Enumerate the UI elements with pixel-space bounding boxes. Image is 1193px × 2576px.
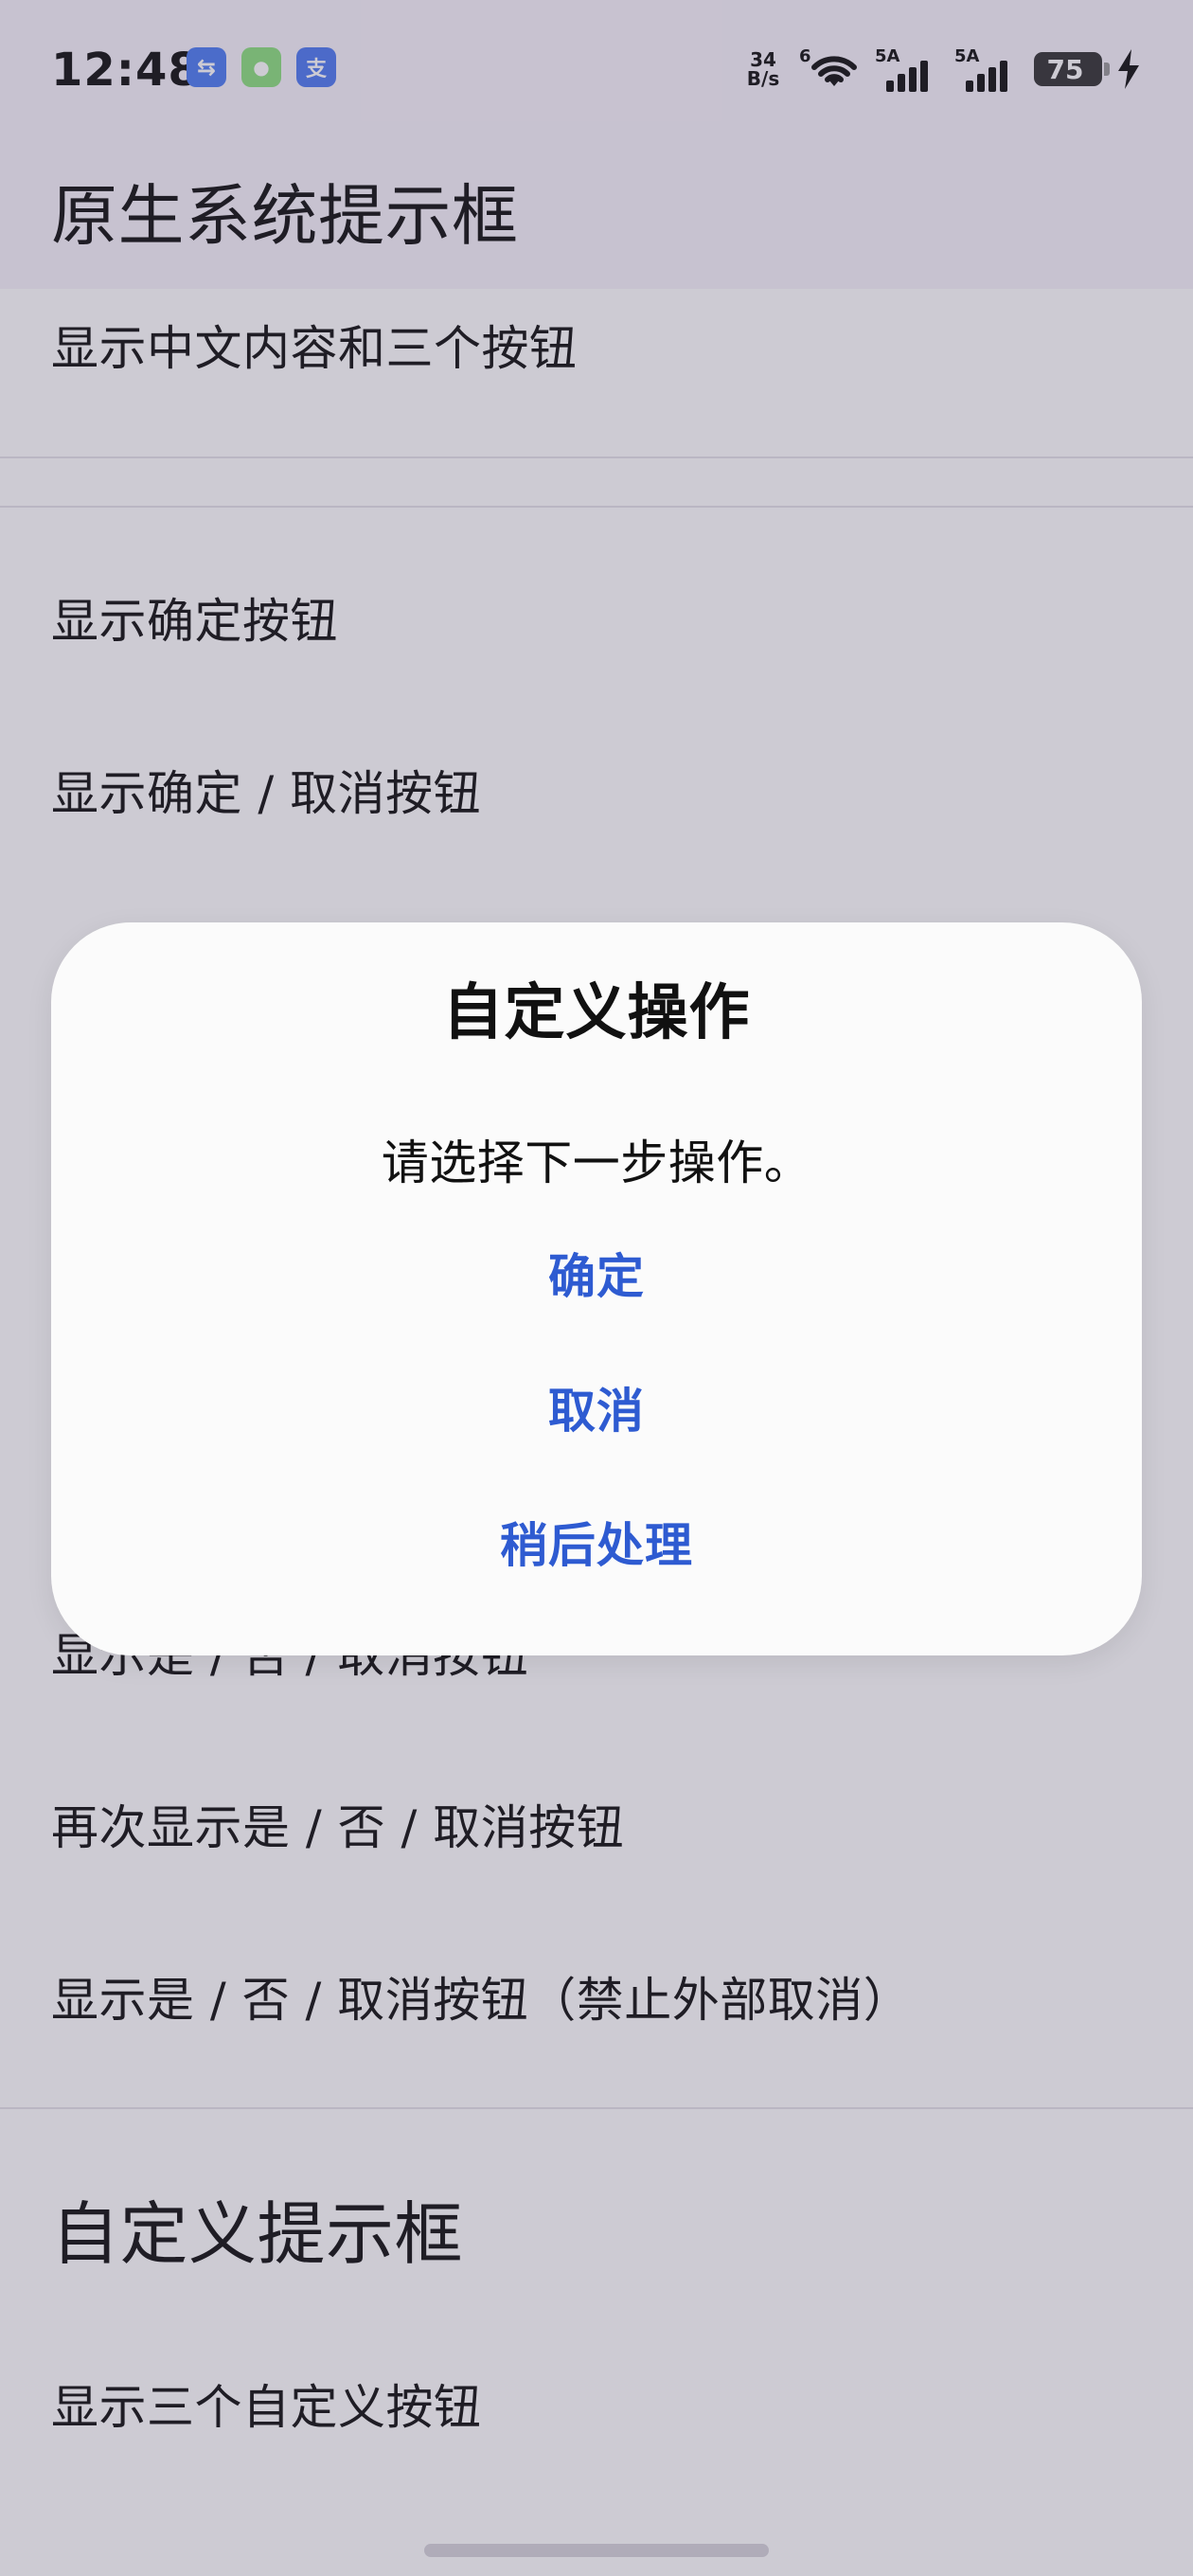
dialog-ok-button[interactable]: 确定 (51, 1239, 1142, 1307)
dialog-title: 自定义操作 (442, 978, 751, 1048)
dialog-message: 请选择下一步操作。 (381, 1136, 812, 1190)
custom-action-dialog: 自定义操作 请选择下一步操作。 确定 取消 稍后处理 (51, 922, 1142, 1655)
dialog-cancel-button[interactable]: 取消 (51, 1373, 1142, 1441)
dialog-later-button[interactable]: 稍后处理 (51, 1508, 1142, 1576)
